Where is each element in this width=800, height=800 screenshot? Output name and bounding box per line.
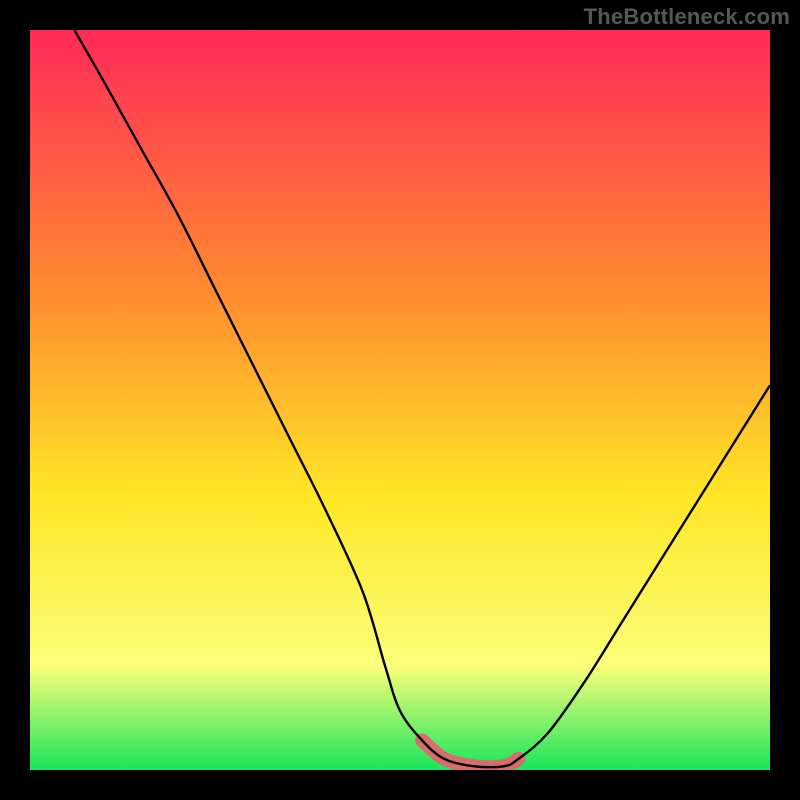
chart-container: TheBottleneck.com	[0, 0, 800, 800]
watermark-text: TheBottleneck.com	[584, 4, 790, 30]
plot-area	[30, 30, 770, 770]
bottleneck-chart	[30, 30, 770, 770]
gradient-background	[30, 30, 770, 770]
